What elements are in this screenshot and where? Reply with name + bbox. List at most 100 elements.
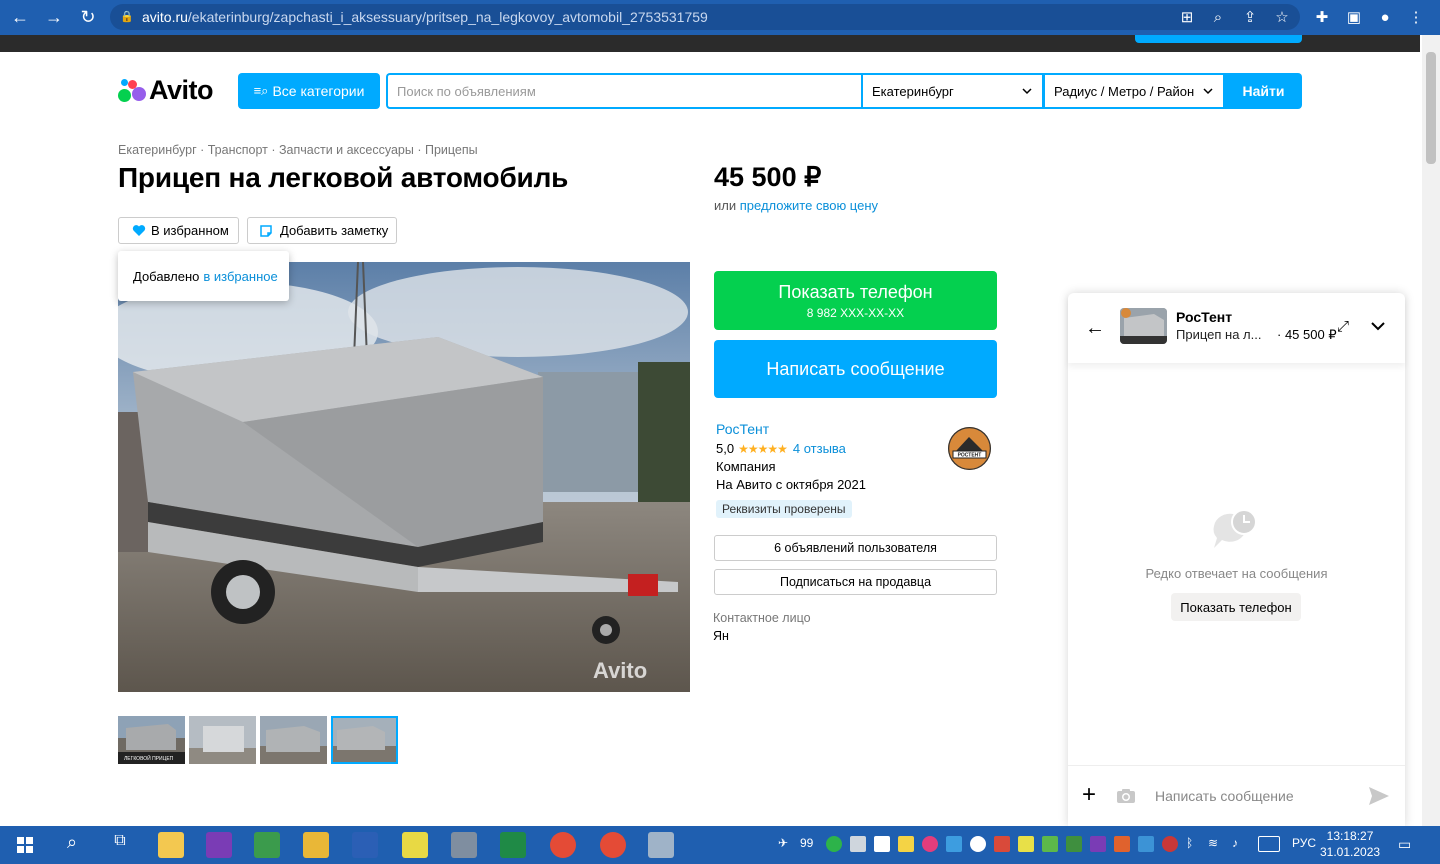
back-icon[interactable]: ← [6, 4, 34, 32]
clock-date: 31.01.2023 [1320, 845, 1381, 859]
file-app-icon[interactable] [158, 832, 184, 858]
find-button[interactable]: Найти [1225, 73, 1302, 109]
camera-icon[interactable] [1116, 788, 1136, 804]
rating-value: 5,0 [716, 441, 735, 456]
tray-app-icon[interactable] [1114, 836, 1130, 852]
plus-icon[interactable]: + [1082, 783, 1096, 807]
extensions-icon[interactable]: ✚ [1311, 6, 1333, 28]
chat-show-phone-button[interactable]: Показать телефон [1171, 593, 1301, 621]
tray-app-icon[interactable] [826, 836, 842, 852]
show-phone-button[interactable]: Показать телефон 8 982 XXX-XX-XX [714, 271, 997, 330]
lock-icon: 🔒 [120, 11, 134, 23]
breadcrumb-item[interactable]: Запчасти и аксессуары [279, 143, 414, 157]
favorite-label: В избранном [151, 223, 229, 238]
forward-icon[interactable]: → [40, 4, 68, 32]
favorite-tooltip: Добавлено в избранное [118, 251, 289, 301]
tray-app-icon[interactable] [874, 836, 890, 852]
favorite-button[interactable]: В избранном [118, 217, 239, 244]
action-center-icon[interactable]: ▭ [1398, 836, 1414, 852]
spreadsheet-app-icon[interactable] [254, 832, 280, 858]
tray-app-icon[interactable] [1018, 836, 1034, 852]
seller-ads-button[interactable]: 6 объявлений пользователя [714, 535, 997, 561]
chat-item-thumbnail[interactable] [1120, 308, 1167, 344]
task-view-icon[interactable]: ⧉ [107, 832, 133, 858]
share-icon[interactable]: ⇪ [1239, 6, 1261, 28]
breadcrumb-item[interactable]: Екатеринбург [118, 143, 197, 157]
keyboard-icon[interactable] [1258, 836, 1280, 852]
windows-start-icon[interactable] [12, 832, 38, 858]
file-explorer-icon[interactable] [303, 832, 329, 858]
thumbnail-2[interactable] [189, 716, 256, 764]
profile-icon[interactable]: ● [1374, 6, 1396, 28]
seller-since: На Авито с октября 2021 [716, 477, 866, 492]
seller-avatar[interactable]: РОСТЕНТ [948, 427, 991, 470]
main-photo[interactable]: Avito [118, 262, 690, 692]
offer-prefix: или [714, 198, 737, 213]
word-icon[interactable] [352, 832, 378, 858]
chevron-down-icon[interactable] [1371, 318, 1385, 335]
app-icon[interactable] [451, 832, 477, 858]
telegram-icon[interactable]: ✈ [778, 836, 794, 852]
tray-app-icon[interactable] [1066, 836, 1082, 852]
post-ad-button[interactable] [1135, 35, 1302, 43]
chrome-icon[interactable] [550, 832, 576, 858]
add-note-button[interactable]: Добавить заметку [247, 217, 397, 244]
excel-icon[interactable] [500, 832, 526, 858]
tray-app-icon[interactable] [1162, 836, 1178, 852]
clock-time: 13:18:27 [1326, 829, 1374, 843]
city-select[interactable]: Екатеринбург [861, 73, 1043, 109]
language-indicator[interactable]: РУС [1292, 836, 1316, 850]
tray-app-icon[interactable] [922, 836, 938, 852]
seller-name-link[interactable]: РосТент [716, 421, 769, 437]
tray-app-icon[interactable] [994, 836, 1010, 852]
tray-app-icon[interactable] [970, 836, 986, 852]
menu-icon[interactable]: ⋮ [1405, 6, 1427, 28]
chrome-icon[interactable] [600, 832, 626, 858]
tray-app-icon[interactable] [1042, 836, 1058, 852]
send-icon[interactable] [1368, 786, 1390, 806]
trailer-thumb [333, 726, 396, 762]
thumbnail-4-selected[interactable] [331, 716, 398, 764]
clock[interactable]: 13:18:27 31.01.2023 [1320, 828, 1380, 860]
breadcrumb-item[interactable]: Транспорт [208, 143, 268, 157]
avito-logo[interactable]: Avito [118, 75, 214, 105]
sidepanel-icon[interactable]: ▣ [1343, 6, 1365, 28]
write-message-button[interactable]: Написать сообщение [714, 340, 997, 398]
wifi-icon[interactable]: ≋ [1208, 836, 1224, 852]
tooltip-favorites-link[interactable]: в избранное [203, 269, 277, 284]
volume-icon[interactable]: ♪ [1232, 836, 1248, 852]
all-categories-button[interactable]: ≡⌕ Все категории [238, 73, 380, 109]
tray-app-icon[interactable] [1138, 836, 1154, 852]
thumbnail-1[interactable]: ЛЕГКОВОЙ ПРИЦЕП [118, 716, 185, 764]
sticky-notes-icon[interactable] [402, 832, 428, 858]
reviews-link[interactable]: 4 отзыва [793, 441, 846, 456]
phone-masked: 8 982 XXX-XX-XX [806, 305, 905, 320]
onenote-icon[interactable] [206, 832, 232, 858]
calculator-icon[interactable] [648, 832, 674, 858]
back-arrow-icon[interactable]: ← [1085, 317, 1105, 340]
bluetooth-icon[interactable]: ᛒ [1186, 836, 1202, 852]
tray-app-icon[interactable] [1090, 836, 1106, 852]
zoom-icon[interactable]: ⌕ [1207, 6, 1229, 28]
scrollbar-thumb[interactable] [1426, 52, 1436, 164]
search-input[interactable]: Поиск по объявлениям [386, 73, 861, 109]
tray-app-icon[interactable] [898, 836, 914, 852]
search-icon[interactable]: ⌕ [59, 832, 85, 858]
tray-app-icon[interactable] [946, 836, 962, 852]
seller-logo-text: РОСТЕНТ [958, 453, 982, 459]
address-bar[interactable]: 🔒 avito.ru/ekaterinburg/zapchasti_i_akse… [110, 4, 1300, 30]
breadcrumb-item[interactable]: Прицепы [425, 143, 478, 157]
tray-app-icon[interactable] [850, 836, 866, 852]
bookmark-star-icon[interactable]: ☆ [1271, 6, 1293, 28]
subscribe-button[interactable]: Подписаться на продавца [714, 569, 997, 595]
offer-price-link[interactable]: предложите свою цену [740, 198, 878, 213]
note-icon [260, 224, 272, 237]
reload-icon[interactable]: ↻ [74, 4, 102, 32]
expand-icon[interactable]: ⤢ [1337, 318, 1349, 335]
thumbnail-3[interactable] [260, 716, 327, 764]
chat-status: Редко отвечает на сообщения [1145, 566, 1328, 581]
chat-message-input[interactable]: Написать сообщение [1155, 788, 1294, 804]
radius-select[interactable]: Радиус / Метро / Район [1043, 73, 1225, 109]
notification-badge: 99 [800, 836, 814, 850]
translate-icon[interactable]: ⊞ [1176, 6, 1198, 28]
